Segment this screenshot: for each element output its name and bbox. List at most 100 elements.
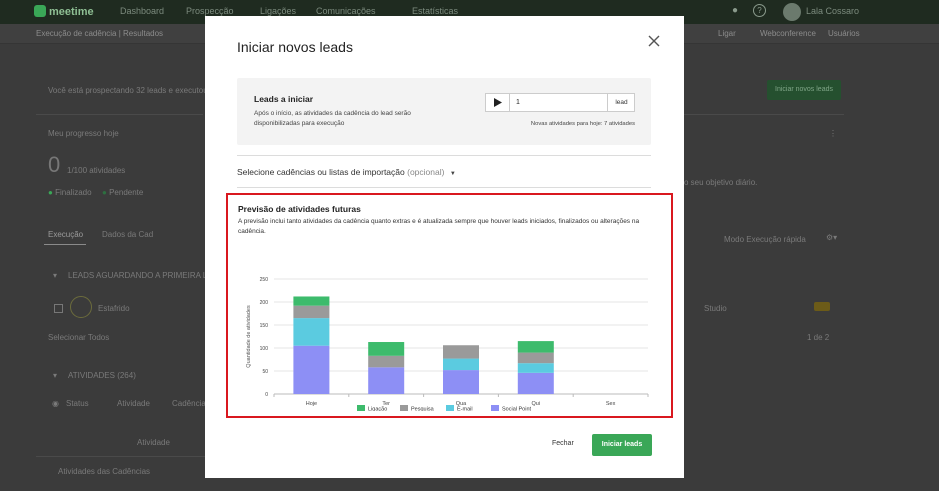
bar-segment-ligação bbox=[293, 296, 330, 306]
y-axis-label: Quantidade de atividades bbox=[246, 305, 252, 368]
row-badge bbox=[814, 302, 830, 311]
filter-atividade[interactable]: Atividade bbox=[117, 399, 150, 408]
filter-status[interactable]: Status bbox=[66, 399, 89, 408]
leads-description: Após o início, as atividades da cadência… bbox=[254, 110, 411, 127]
help-icon[interactable]: ? bbox=[753, 4, 766, 17]
divider bbox=[684, 114, 844, 115]
lead-count-stepper: lead bbox=[485, 93, 635, 112]
bar-segment-ligação bbox=[517, 341, 554, 353]
nav-item-estatisticas[interactable]: Estatísticas bbox=[412, 6, 458, 16]
y-tick-label: 200 bbox=[260, 300, 269, 306]
legend-label: E-mail bbox=[457, 407, 473, 412]
user-name[interactable]: Lala Cossaro bbox=[806, 6, 859, 16]
legend-swatch bbox=[491, 405, 499, 411]
leads-title: Leads a iniciar bbox=[254, 94, 314, 104]
cadence-select-label: Selecione cadências ou listas de importa… bbox=[237, 167, 405, 177]
prospecting-status: Você está prospectando 32 leads e execut… bbox=[48, 86, 222, 95]
forecast-chart: 0 50 100 150 200 250 Quantidade de atividades H… bbox=[246, 277, 649, 412]
bar-segment-e-mail bbox=[517, 363, 554, 373]
row-checkbox[interactable] bbox=[54, 304, 63, 313]
bar-segment-pesquisa bbox=[293, 305, 330, 319]
select-all-link[interactable]: Selecionar Todos bbox=[48, 333, 109, 342]
play-icon[interactable] bbox=[486, 94, 510, 111]
tab-execucao[interactable]: Execução bbox=[48, 230, 83, 239]
forecast-section: Previsão de atividades futuras A previsã… bbox=[226, 193, 673, 418]
bar-segment-pesquisa bbox=[443, 345, 479, 359]
avatar[interactable] bbox=[783, 3, 801, 21]
bar-segment-social-point bbox=[368, 367, 405, 394]
bg-collapse-icon[interactable]: ▾ bbox=[53, 271, 57, 280]
legend-pendente-label: Pendente bbox=[109, 188, 144, 197]
settings-icon[interactable]: ⚙▾ bbox=[826, 233, 837, 242]
nav-item-comunicacoes[interactable]: Comunicações bbox=[316, 6, 376, 16]
legend-finalizado: ● Finalizado bbox=[48, 188, 92, 197]
tab-dados-cadencia[interactable]: Dados da Cad bbox=[102, 230, 153, 239]
bell-icon[interactable]: ● bbox=[732, 5, 738, 16]
modal-title: Iniciar novos leads bbox=[237, 39, 353, 55]
nav-item-prospeccao[interactable]: Prospecção bbox=[186, 6, 234, 16]
legend-label: Ligação bbox=[368, 407, 387, 412]
info-icon[interactable]: ⋮ bbox=[829, 129, 837, 138]
bg-start-leads-button[interactable]: Iniciar novos leads bbox=[767, 80, 841, 100]
divider bbox=[237, 155, 651, 156]
nav-item-dashboard[interactable]: Dashboard bbox=[120, 6, 164, 16]
x-tick-label: Sex bbox=[606, 401, 616, 407]
legend-label: Pesquisa bbox=[411, 407, 435, 412]
close-icon[interactable] bbox=[643, 30, 665, 52]
active-tab-indicator bbox=[44, 244, 86, 245]
logo-text: meetime bbox=[49, 6, 94, 18]
breadcrumb-sub[interactable]: Resultados bbox=[123, 29, 163, 38]
progress-value: 0 bbox=[48, 152, 61, 177]
pagination[interactable]: 1 de 2 bbox=[807, 333, 829, 342]
breadcrumb-current: Execução de cadência bbox=[36, 29, 117, 38]
new-activities-today: Novas atividades para hoje: 7 atividades bbox=[530, 121, 635, 127]
nav-item-ligacoes[interactable]: Ligações bbox=[260, 6, 296, 16]
filter-icon[interactable]: ◉ bbox=[52, 399, 59, 408]
bar-segment-e-mail bbox=[443, 358, 479, 371]
breadcrumb: Execução de cadência | Resultados bbox=[36, 29, 164, 38]
cadence-select-dropdown[interactable]: Selecione cadências ou listas de importa… bbox=[237, 167, 456, 177]
x-tick-label: Hoje bbox=[306, 401, 317, 407]
leads-to-start-panel: Leads a iniciar Após o início, as ativid… bbox=[237, 78, 651, 145]
progress-sub: 1/100 atividades bbox=[67, 166, 126, 175]
column-header-atividade: Atividade bbox=[137, 438, 170, 447]
app-logo[interactable]: meetime bbox=[34, 5, 94, 18]
forecast-title: Previsão de atividades futuras bbox=[238, 204, 361, 214]
start-leads-button[interactable]: Iniciar leads bbox=[592, 434, 652, 456]
forecast-description: A previsão inclui tanto atividades da ca… bbox=[238, 218, 640, 235]
legend-finalizado-label: Finalizado bbox=[55, 188, 92, 197]
tool-usuarios[interactable]: Usuários bbox=[828, 29, 860, 38]
activities-title: ATIVIDADES (264) bbox=[68, 371, 136, 380]
divider bbox=[237, 187, 651, 188]
bar-segment-e-mail bbox=[293, 318, 330, 346]
lead-unit-label: lead bbox=[607, 94, 635, 111]
start-leads-modal: Iniciar novos leads Leads a iniciar Após… bbox=[205, 16, 684, 478]
row-avatar bbox=[70, 296, 92, 318]
tool-ligar[interactable]: Ligar bbox=[718, 29, 736, 38]
filter-cadencia[interactable]: Cadência bbox=[172, 399, 206, 408]
dot-icon: ● bbox=[102, 188, 107, 197]
caret-down-icon: ▼ bbox=[449, 171, 456, 177]
goal-text: o seu objetivo diário. bbox=[684, 178, 758, 187]
logo-mark-icon bbox=[34, 5, 46, 17]
lead-count-input[interactable] bbox=[511, 94, 607, 111]
progress-title: Meu progresso hoje bbox=[48, 129, 119, 138]
legend-swatch bbox=[400, 405, 408, 411]
y-tick-label: 250 bbox=[260, 277, 269, 283]
activities-footer: Atividades das Cadências bbox=[58, 467, 151, 476]
cadence-select-optional: (opcional) bbox=[407, 167, 445, 177]
row-name[interactable]: Estafrido bbox=[98, 304, 130, 313]
tool-webconference[interactable]: Webconference bbox=[760, 29, 816, 38]
legend-label: Social Point bbox=[502, 407, 532, 412]
fast-mode-toggle[interactable]: Modo Execução rápida bbox=[724, 235, 806, 244]
legend-swatch bbox=[357, 405, 365, 411]
close-button[interactable]: Fechar bbox=[552, 440, 574, 447]
bg-collapse-icon[interactable]: ▾ bbox=[53, 371, 57, 380]
bar-segment-pesquisa bbox=[517, 352, 554, 364]
bar-segment-ligação bbox=[368, 342, 405, 356]
legend-swatch bbox=[446, 405, 454, 411]
divider bbox=[36, 114, 203, 115]
bar-segment-pesquisa bbox=[368, 355, 405, 368]
bar-segment-social-point bbox=[517, 372, 554, 394]
bar-segment-social-point bbox=[443, 370, 479, 394]
